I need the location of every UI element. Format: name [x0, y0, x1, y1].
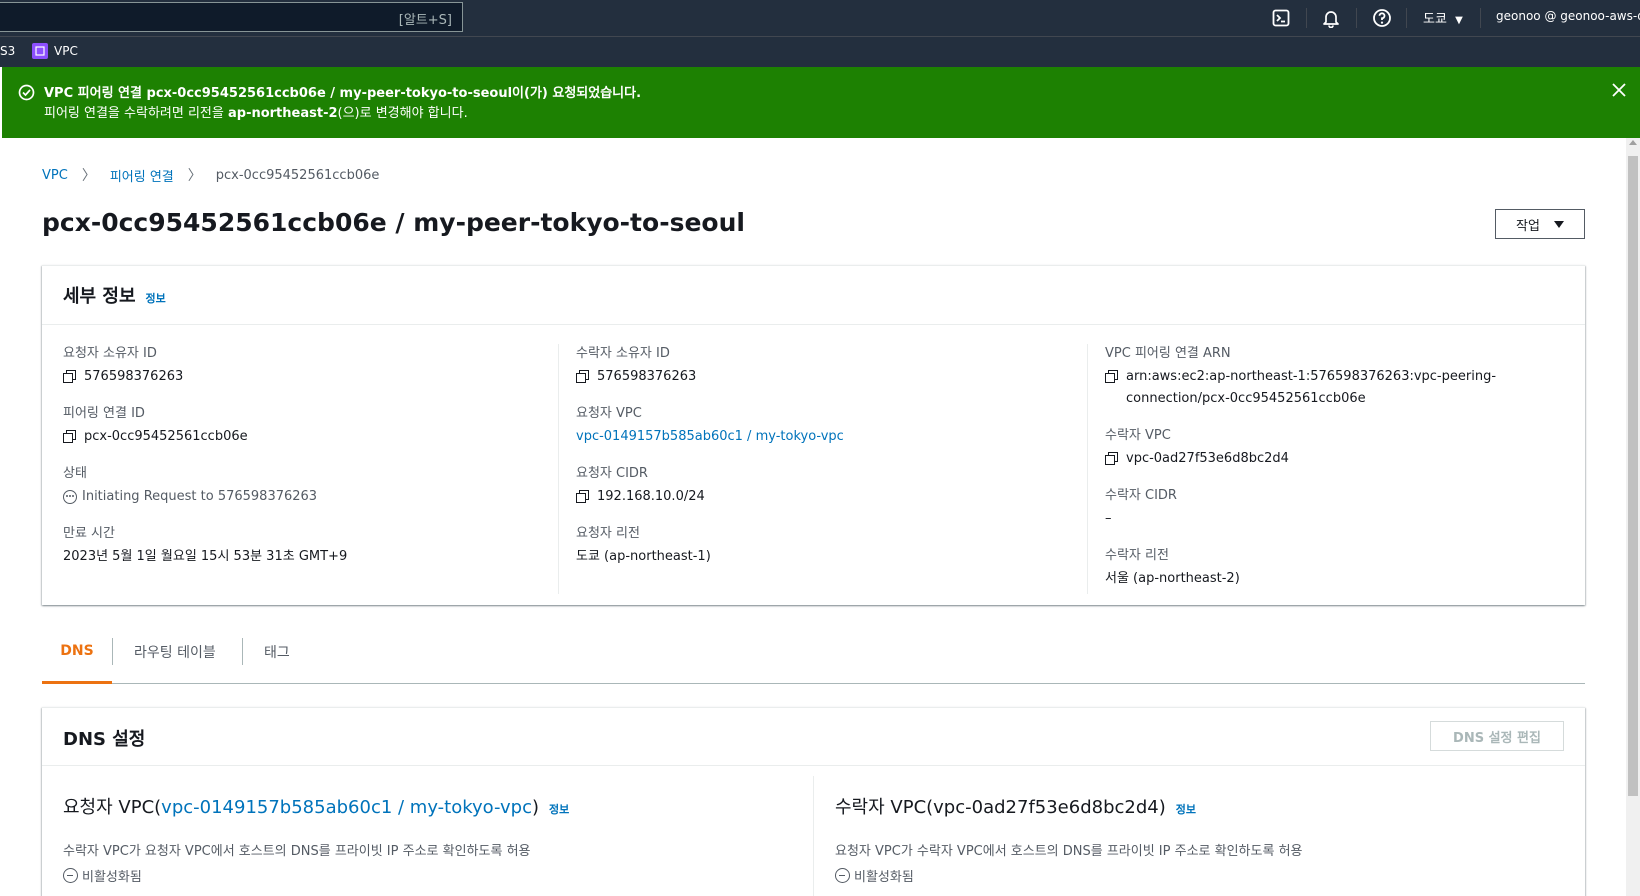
- cloudshell-icon[interactable]: [1271, 8, 1291, 28]
- details-title: 세부 정보: [63, 286, 136, 307]
- breadcrumb-vpc[interactable]: VPC: [42, 168, 68, 183]
- arn-field: VPC 피어링 연결 ARN arn:aws:ec2:ap-northeast-…: [1105, 346, 1497, 406]
- flash-message-title: VPC 피어링 연결 pcx-0cc95452561ccb06e / my-pe…: [44, 86, 642, 101]
- requester-vpc-link[interactable]: vpc-0149157b585ab60c1 / my-tokyo-vpc: [576, 426, 844, 448]
- disabled-status-icon: [63, 868, 78, 883]
- favorites-bar: S3 VPC: [0, 36, 1640, 67]
- accepter-vpc-field: 수락자 VPC vpc-0ad27f53e6d8bc2d4: [1105, 428, 1289, 466]
- edit-dns-settings-button[interactable]: DNS 설정 편집: [1430, 721, 1564, 751]
- nav-divider: [1356, 8, 1357, 28]
- accepter-dns-description: 요청자 VPC가 수락자 VPC에서 호스트의 DNS를 프라이빗 IP 주소로…: [835, 844, 1303, 859]
- tab-route-tables[interactable]: 라우팅 테이블: [134, 620, 216, 683]
- tab-tags[interactable]: 태그: [264, 620, 290, 683]
- status-field: 상태 Initiating Request to 576598376263: [63, 466, 318, 504]
- dns-settings-title: DNS 설정: [63, 729, 146, 750]
- requester-dns-title: 요청자 VPC(vpc-0149157b585ab60c1 / my-tokyo…: [63, 797, 570, 818]
- copy-icon[interactable]: [63, 370, 77, 384]
- dns-settings-header: DNS 설정 DNS 설정 편집: [42, 708, 1585, 766]
- scroll-thumb[interactable]: [1628, 156, 1638, 796]
- search-input[interactable]: [알트+S]: [0, 2, 463, 32]
- accepter-owner-field: 수락자 소유자 ID 576598376263: [576, 346, 697, 384]
- requester-owner-field: 요청자 소유자 ID 576598376263: [63, 346, 184, 384]
- page-scrollbar[interactable]: [1626, 138, 1640, 896]
- close-icon[interactable]: [1612, 83, 1626, 97]
- requester-dns-description: 수락자 VPC가 요청자 VPC에서 호스트의 DNS를 프라이빗 IP 주소로…: [63, 844, 531, 859]
- breadcrumb-peering-connections[interactable]: 피어링 연결: [110, 166, 174, 185]
- notifications-bell-icon[interactable]: [1321, 8, 1341, 28]
- copy-icon[interactable]: [1105, 370, 1119, 384]
- copy-icon[interactable]: [576, 490, 590, 504]
- nav-divider: [1406, 8, 1407, 28]
- breadcrumb: VPC 〉 피어링 연결 〉 pcx-0cc95452561ccb06e: [42, 165, 379, 185]
- requester-cidr-field: 요청자 CIDR 192.168.10.0/24: [576, 466, 705, 504]
- help-icon[interactable]: [1372, 8, 1392, 28]
- peering-id-field: 피어링 연결 ID pcx-0cc95452561ccb06e: [63, 406, 248, 444]
- chevron-right-icon: 〉: [81, 168, 96, 184]
- flash-message-detail: 피어링 연결을 수락하려면 리전을 ap-northeast-2(으)로 변경해…: [44, 106, 468, 121]
- actions-button[interactable]: 작업: [1495, 209, 1585, 239]
- column-divider: [813, 776, 814, 896]
- caret-down-icon: ▼: [1455, 15, 1463, 26]
- accepter-cidr-field: 수락자 CIDR –: [1105, 488, 1177, 526]
- pending-status-icon: [63, 490, 77, 504]
- caret-down-icon: [1553, 220, 1564, 228]
- accepter-dns-status: 비활성화됨: [835, 866, 914, 885]
- copy-icon[interactable]: [576, 370, 590, 384]
- requester-vpc-link[interactable]: vpc-0149157b585ab60c1 / my-tokyo-vpc: [161, 797, 532, 818]
- tab-divider: [112, 638, 113, 665]
- chevron-right-icon: 〉: [187, 168, 202, 184]
- copy-icon[interactable]: [1105, 452, 1119, 466]
- requester-vpc-field: 요청자 VPC vpc-0149157b585ab60c1 / my-tokyo…: [576, 402, 844, 448]
- accepter-dns-info-link[interactable]: 정보: [1176, 803, 1196, 816]
- disabled-status-icon: [835, 868, 850, 883]
- scroll-up-icon[interactable]: [1629, 140, 1637, 145]
- success-flash-banner: VPC 피어링 연결 pcx-0cc95452561ccb06e / my-pe…: [2, 67, 1640, 138]
- search-shortcut-hint: [알트+S]: [398, 13, 452, 28]
- favorite-s3[interactable]: S3: [0, 44, 15, 58]
- requester-dns-info-link[interactable]: 정보: [549, 803, 569, 816]
- account-menu[interactable]: geonoo @ geonoo-aws-db: [1496, 9, 1640, 23]
- nav-divider: [1306, 8, 1307, 28]
- copy-icon[interactable]: [63, 430, 77, 444]
- nav-divider: [1480, 8, 1481, 28]
- page-title: pcx-0cc95452561ccb06e / my-peer-tokyo-to…: [42, 208, 745, 237]
- column-divider: [1087, 344, 1088, 594]
- accepter-region-field: 수락자 리전 서울 (ap-northeast-2): [1105, 548, 1240, 586]
- dns-settings-panel: DNS 설정 DNS 설정 편집 요청자 VPC(vpc-0149157b585…: [42, 707, 1585, 896]
- success-check-icon: [18, 84, 35, 101]
- requester-region-field: 요청자 리전 도쿄 (ap-northeast-1): [576, 526, 711, 564]
- requester-dns-status: 비활성화됨: [63, 866, 142, 885]
- accepter-dns-title: 수락자 VPC(vpc-0ad27f53e6d8bc2d4) 정보: [835, 797, 1197, 818]
- details-header: 세부 정보 정보: [42, 266, 1585, 325]
- details-info-link[interactable]: 정보: [146, 292, 166, 305]
- breadcrumb-current: pcx-0cc95452561ccb06e: [215, 167, 380, 183]
- tab-divider: [242, 638, 243, 665]
- favorite-vpc[interactable]: VPC: [32, 43, 78, 59]
- column-divider: [558, 344, 559, 594]
- vpc-service-icon: [32, 43, 48, 59]
- tab-dns[interactable]: DNS: [42, 620, 112, 684]
- details-panel: 세부 정보 정보 요청자 소유자 ID 576598376263 피어링 연결 I…: [42, 265, 1585, 605]
- region-selector[interactable]: 도쿄 ▼: [1423, 8, 1463, 27]
- tab-bar: DNS 라우팅 테이블 태그: [42, 620, 1585, 684]
- top-navigation: [알트+S] 도쿄 ▼ geonoo @ geonoo-aws-db: [0, 0, 1640, 36]
- expiration-field: 만료 시간 2023년 5월 1일 월요일 15시 53분 31초 GMT+9: [63, 526, 348, 564]
